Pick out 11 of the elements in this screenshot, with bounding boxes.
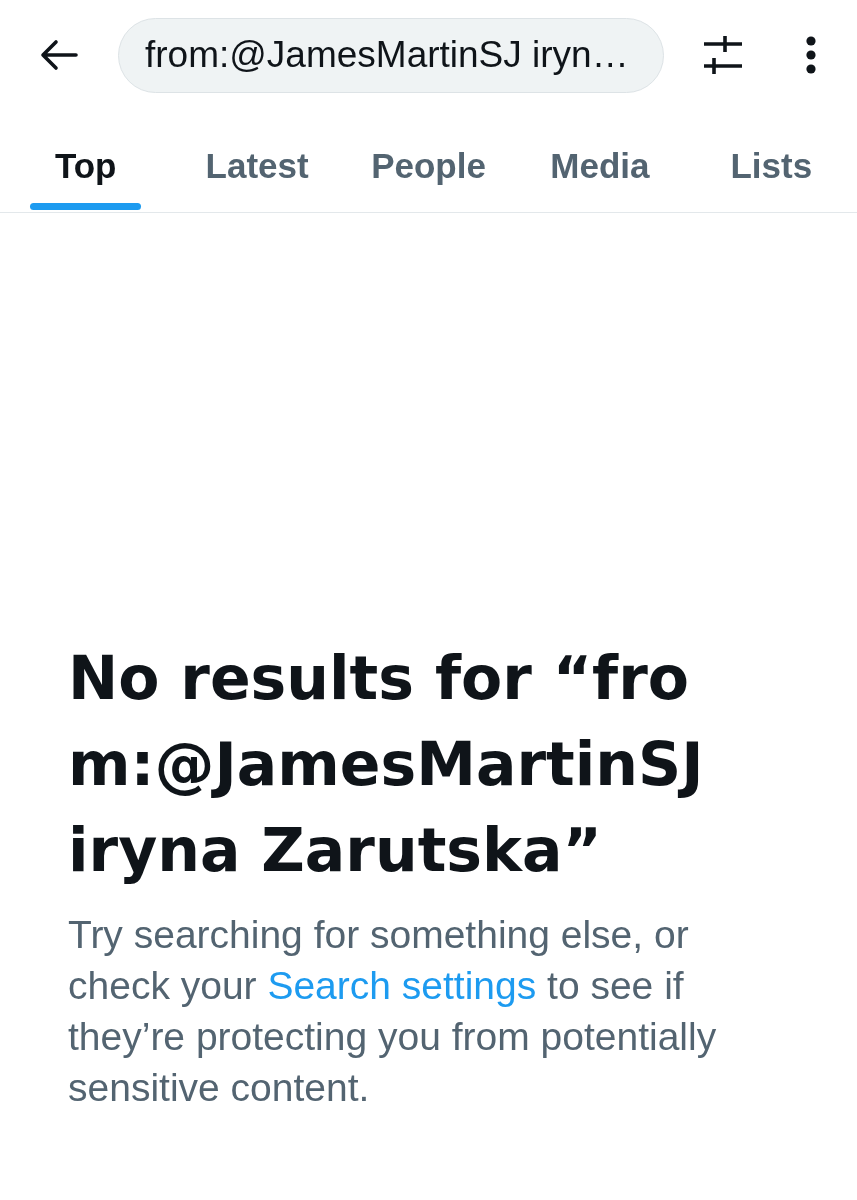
tab[interactable]: Top [0, 120, 172, 212]
search-field[interactable]: from:@JamesMartinSJ iryn… [118, 17, 664, 93]
tab[interactable]: People [342, 120, 515, 212]
no-results-heading: No results for “from:@JamesMartinSJ iryna Zarutska” [68, 642, 705, 887]
sliders-icon[interactable] [704, 36, 742, 74]
more-options-icon[interactable] [806, 36, 816, 74]
no-results-message: Try searching for something else, or check your Search settings to see if they’re protecting you from potentially sensitive content. [68, 912, 718, 1111]
tab[interactable]: Latest [171, 120, 343, 212]
tab[interactable]: Media [514, 120, 686, 212]
tab[interactable]: Lists [685, 120, 857, 212]
back-arrow-icon[interactable] [40, 39, 78, 71]
